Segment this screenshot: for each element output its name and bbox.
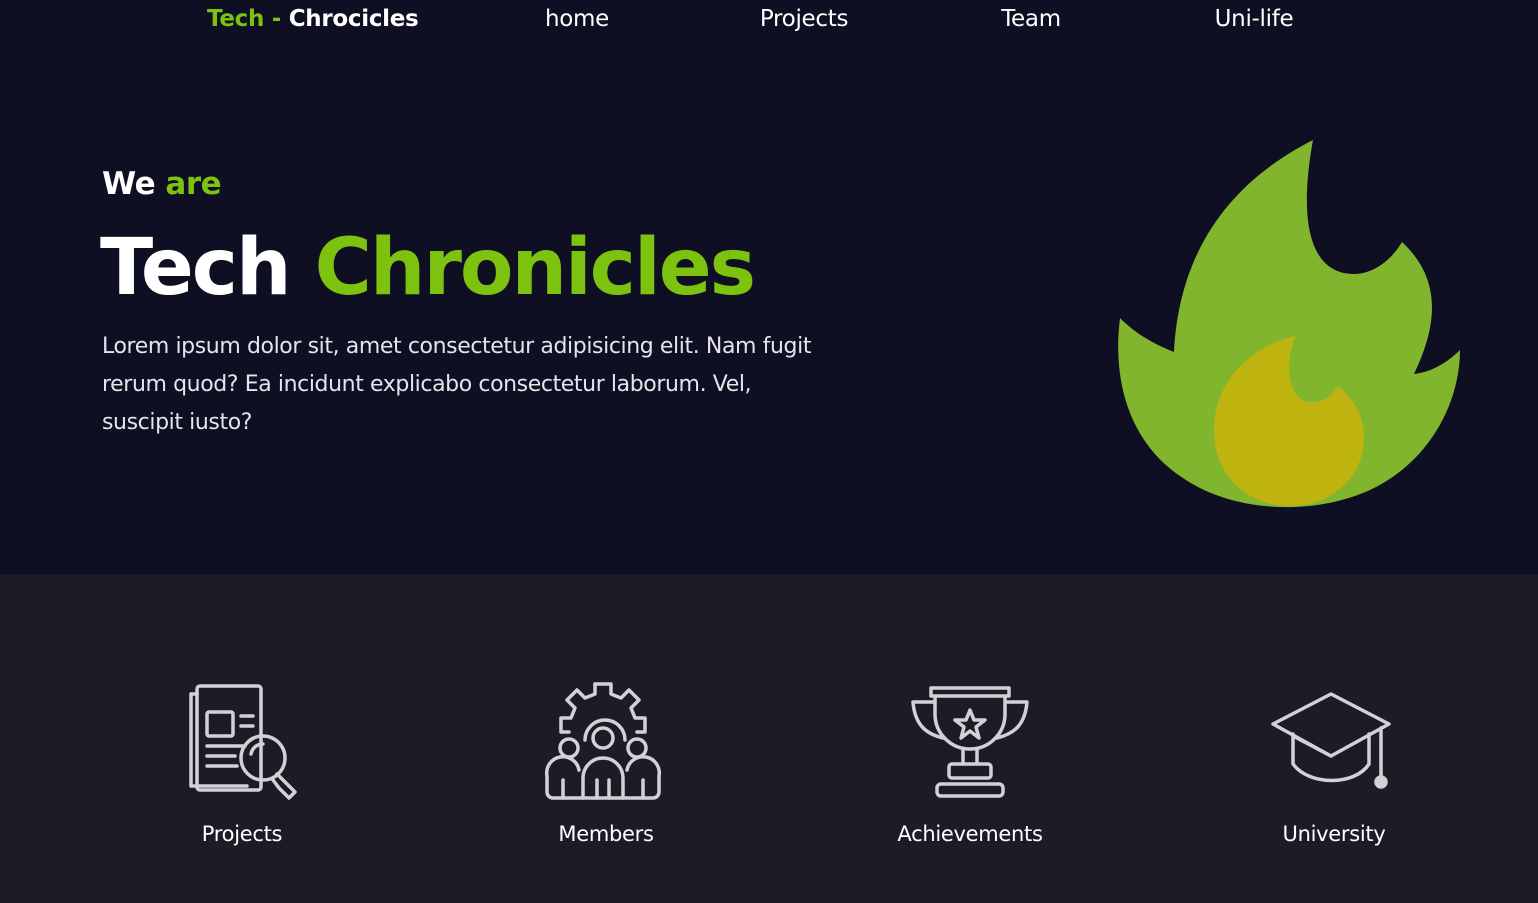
hero-title-plain: Tech [100, 223, 292, 313]
brand-prefix: Tech - [207, 6, 281, 32]
features-section: Projects Members Achievements University [0, 574, 1538, 903]
feature-projects[interactable]: Projects [122, 680, 362, 846]
nav-link-projects[interactable]: Projects [760, 6, 849, 32]
feature-members[interactable]: Members [486, 680, 726, 846]
feature-label: University [1282, 822, 1386, 846]
feature-university[interactable]: University [1214, 680, 1454, 846]
team-gear-icon [544, 682, 662, 800]
hero-description: Lorem ipsum dolor sit, amet consectetur … [102, 334, 812, 435]
fire-icon [1118, 140, 1460, 508]
document-search-icon [189, 684, 297, 800]
feature-label: Members [558, 822, 654, 846]
navbar: Tech - Chrocicles home Projects Team Uni… [0, 0, 1538, 42]
nav-link-uni-life[interactable]: Uni-life [1215, 6, 1294, 32]
brand-suffix: Chrocicles [288, 6, 419, 32]
hero-section: Tech - Chrocicles home Projects Team Uni… [0, 0, 1538, 574]
hero-intro-accent: are [165, 166, 222, 202]
hero-title: Tech Chronicles [100, 222, 756, 314]
feature-label: Projects [201, 822, 283, 846]
graduation-cap-icon [1271, 692, 1391, 789]
hero-intro: We are [102, 166, 222, 202]
hero-intro-plain: We [102, 166, 156, 202]
trophy-icon [911, 686, 1029, 798]
brand-logo[interactable]: Tech - Chrocicles [207, 6, 419, 32]
feature-label: Achievements [897, 822, 1043, 846]
hero-title-accent: Chronicles [314, 223, 756, 313]
nav-link-home[interactable]: home [545, 6, 609, 32]
nav-link-team[interactable]: Team [1001, 6, 1061, 32]
feature-achievements[interactable]: Achievements [850, 680, 1090, 846]
